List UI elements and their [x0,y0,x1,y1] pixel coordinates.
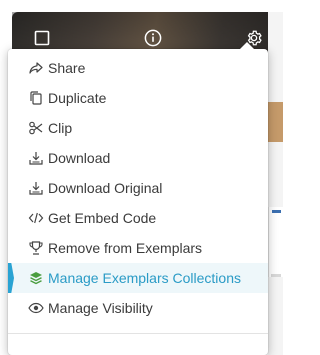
menu-item-label: Manage Visibility [48,300,153,316]
menu-item-remove-from-exemplars[interactable]: Remove from Exemplars [8,233,268,263]
share-icon [27,59,45,77]
stack-icon [27,269,45,287]
code-icon [27,209,45,227]
menu-item-manage-visibility[interactable]: Manage Visibility [8,293,268,323]
menu-item-download[interactable]: Download [8,143,268,173]
scissors-icon [27,119,45,137]
menu-item-duplicate[interactable]: Duplicate [8,83,268,113]
checkbox-icon[interactable] [32,28,52,48]
menu-item-label: Manage Exemplars Collections [48,270,241,286]
menu-item-label: Share [48,60,86,76]
menu-item-label: Duplicate [48,90,107,106]
menu-item-label: Download Original [48,180,163,196]
menu-item-label: Download [48,150,111,166]
menu-item-manage-exemplars-collections[interactable]: Manage Exemplars Collections [8,263,268,293]
eye-icon [27,299,45,317]
menu-item-share[interactable]: Share [8,53,268,83]
duplicate-icon [27,89,45,107]
menu-item-download-original[interactable]: Download Original [8,173,268,203]
menu-item-get-embed-code[interactable]: Get Embed Code [8,203,268,233]
download-icon [27,149,45,167]
actions-dropdown-menu: Share Duplicate Clip Download Download O [8,42,268,355]
menu-item-clip[interactable]: Clip [8,113,268,143]
screen: Share Duplicate Clip Download Download O [0,0,283,355]
adjacent-card-edge [268,12,283,355]
menu-item-label: Get Embed Code [48,210,157,226]
info-icon[interactable] [143,28,163,48]
menu-item-label: Clip [48,120,73,136]
trophy-icon [27,239,45,257]
download-icon [27,179,45,197]
menu-item-label: Remove from Exemplars [48,240,203,256]
menu-divider [8,333,268,334]
